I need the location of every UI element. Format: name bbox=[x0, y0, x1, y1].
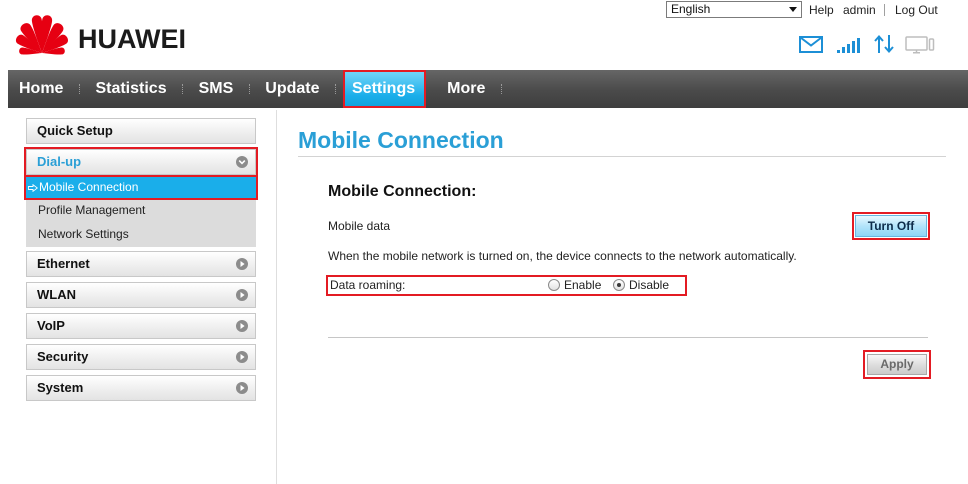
nav-separator bbox=[335, 84, 336, 94]
content-divider bbox=[276, 110, 277, 484]
chevron-right-icon bbox=[236, 351, 248, 363]
section-title: Mobile Connection: bbox=[328, 183, 477, 200]
sidebar-item-label: System bbox=[37, 380, 84, 395]
sidebar-item-security[interactable]: Security bbox=[26, 344, 256, 370]
sidebar-submenu-dial-up: Mobile Connection Profile Management Net… bbox=[24, 175, 258, 247]
chevron-right-icon bbox=[236, 289, 248, 301]
nav-tab-more[interactable]: More bbox=[426, 70, 501, 108]
sidebar-subitem-network-settings[interactable]: Network Settings bbox=[26, 222, 256, 246]
page-title: Mobile Connection bbox=[298, 127, 504, 153]
sidebar-item-dial-up[interactable]: Dial-up bbox=[24, 147, 258, 177]
sidebar-item-label: WLAN bbox=[37, 287, 76, 302]
language-selected-value: English bbox=[671, 2, 711, 16]
sidebar-item-label: Dial-up bbox=[37, 154, 82, 169]
sidebar-subitem-mobile-connection[interactable]: Mobile Connection bbox=[24, 175, 258, 200]
sidebar-item-label: Ethernet bbox=[37, 256, 90, 271]
data-roaming-label: Data roaming: bbox=[330, 278, 406, 292]
dropdown-arrow-icon bbox=[789, 7, 797, 12]
roaming-enable-radio[interactable] bbox=[548, 279, 560, 291]
nav-tab-update[interactable]: Update bbox=[250, 70, 335, 108]
sidebar-subitem-label: Mobile Connection bbox=[39, 180, 139, 194]
sidebar-subitem-profile-management[interactable]: Profile Management bbox=[26, 198, 256, 222]
help-link[interactable]: Help bbox=[809, 3, 834, 17]
sidebar-item-voip[interactable]: VoIP bbox=[26, 313, 256, 339]
title-divider bbox=[298, 156, 946, 157]
chevron-right-icon bbox=[236, 320, 248, 332]
nav-separator bbox=[500, 84, 502, 94]
signal-icon bbox=[837, 38, 860, 53]
roaming-enable-label[interactable]: Enable bbox=[564, 278, 601, 292]
chevron-right-icon bbox=[236, 382, 248, 394]
logout-link[interactable]: Log Out bbox=[895, 3, 938, 17]
nav-tab-home[interactable]: Home bbox=[19, 70, 79, 108]
chevron-down-icon bbox=[236, 156, 248, 168]
roaming-disable-radio[interactable] bbox=[613, 279, 625, 291]
sidebar-item-system[interactable]: System bbox=[26, 375, 256, 401]
arrow-right-icon bbox=[28, 183, 38, 192]
huawei-logo-icon bbox=[15, 15, 69, 55]
sidebar-item-label: Quick Setup bbox=[37, 123, 113, 138]
mail-icon[interactable] bbox=[799, 36, 823, 53]
form-divider bbox=[328, 337, 928, 338]
chevron-right-icon bbox=[236, 258, 248, 270]
apply-button[interactable]: Apply bbox=[863, 350, 931, 379]
header-divider bbox=[884, 4, 885, 16]
nav-tab-statistics[interactable]: Statistics bbox=[80, 70, 182, 108]
mobile-data-description: When the mobile network is turned on, th… bbox=[328, 249, 797, 263]
roaming-disable-label[interactable]: Disable bbox=[629, 278, 669, 292]
sidebar: Quick Setup Dial-up Mobile Connection Pr… bbox=[24, 118, 258, 406]
language-select[interactable]: English bbox=[666, 1, 802, 18]
sidebar-item-ethernet[interactable]: Ethernet bbox=[26, 251, 256, 277]
nav-tab-settings[interactable]: Settings bbox=[343, 70, 427, 108]
brand-name: HUAWEI bbox=[78, 24, 186, 54]
turn-off-button[interactable]: Turn Off bbox=[852, 212, 930, 240]
nav-tab-sms[interactable]: SMS bbox=[183, 70, 249, 108]
sidebar-item-label: Security bbox=[37, 349, 89, 364]
main-nav: Home Statistics SMS Update Settings More bbox=[8, 70, 968, 108]
sidebar-item-label: VoIP bbox=[37, 318, 65, 333]
user-name: admin bbox=[843, 3, 876, 17]
data-roaming-row: Data roaming: Enable Disable bbox=[326, 275, 687, 296]
monitor-icon bbox=[905, 36, 935, 54]
data-transfer-icon bbox=[874, 34, 894, 54]
mobile-data-label: Mobile data bbox=[328, 219, 391, 233]
sidebar-item-wlan[interactable]: WLAN bbox=[26, 282, 256, 308]
sidebar-item-quick-setup[interactable]: Quick Setup bbox=[26, 118, 256, 144]
